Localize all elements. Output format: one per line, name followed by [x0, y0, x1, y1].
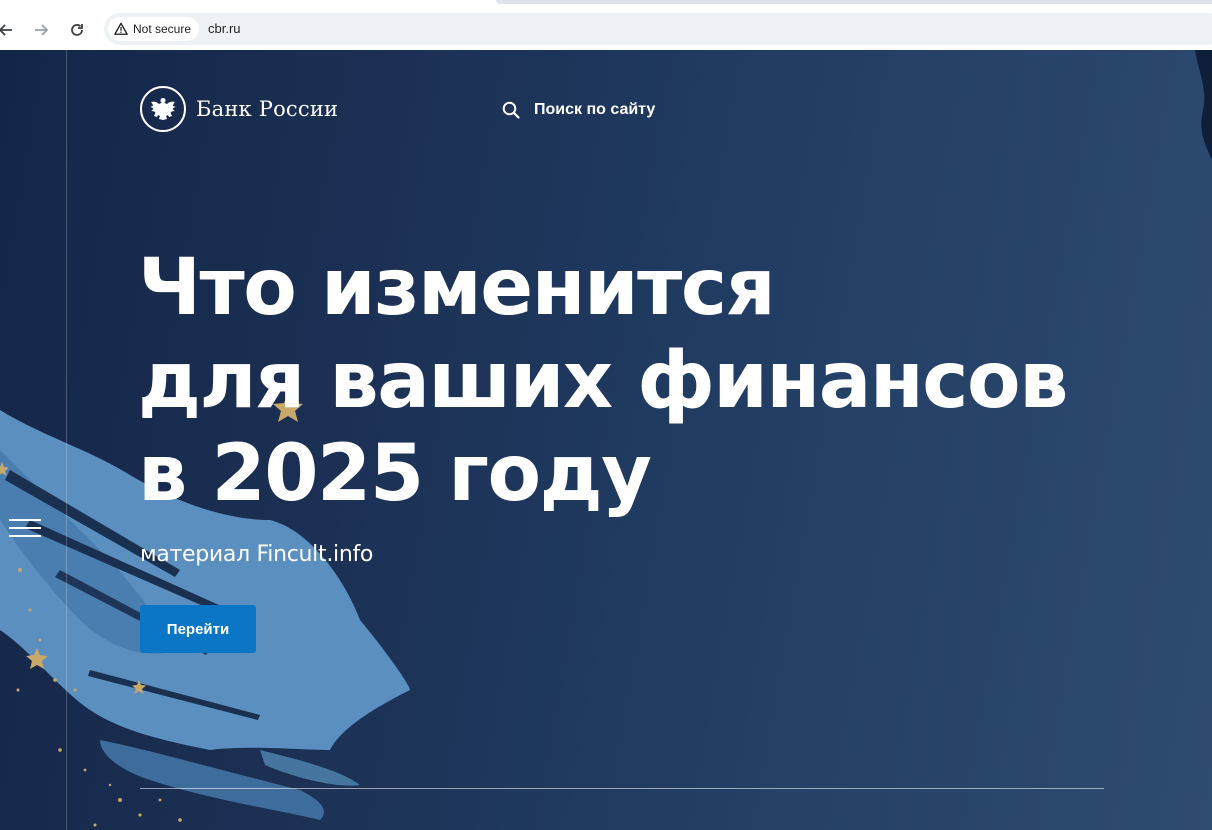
hero-section: Банк России Поиск по сайту Что изменится…: [0, 50, 1212, 830]
search-label: Поиск по сайту: [534, 101, 656, 118]
vertical-divider: [66, 50, 67, 830]
headline-line: в 2025 году: [138, 429, 652, 519]
horizontal-divider: [140, 788, 1104, 789]
browser-toolbar: Not secure cbr.ru: [0, 10, 1212, 50]
url-text[interactable]: cbr.ru: [208, 21, 241, 36]
go-button[interactable]: Перейти: [140, 605, 256, 653]
hamburger-menu-icon[interactable]: [9, 519, 41, 537]
reload-icon[interactable]: [63, 16, 91, 44]
hero-subtitle: материал Fincult.info: [140, 542, 374, 567]
logo-text: Банк России: [196, 97, 339, 121]
headline-line: для ваших финансов: [138, 336, 1068, 426]
back-arrow-icon[interactable]: [0, 16, 20, 44]
inactive-tab[interactable]: [496, 0, 1212, 4]
address-bar[interactable]: Not secure cbr.ru: [104, 13, 1212, 45]
forward-arrow-icon[interactable]: [27, 16, 55, 44]
search-icon: [502, 101, 520, 119]
site-search-button[interactable]: Поиск по сайту: [502, 101, 655, 119]
headline-line: Что изменится: [138, 243, 776, 333]
hero-headline: Что изменится для ваших финансов в 2025 …: [138, 242, 1068, 521]
double-headed-eagle-icon: [140, 86, 186, 132]
security-label: Not secure: [133, 22, 192, 36]
warning-icon: [114, 22, 128, 35]
bank-logo[interactable]: Банк России: [140, 86, 338, 132]
security-chip[interactable]: Not secure: [108, 17, 200, 41]
browser-tab-strip: [0, 0, 1212, 10]
